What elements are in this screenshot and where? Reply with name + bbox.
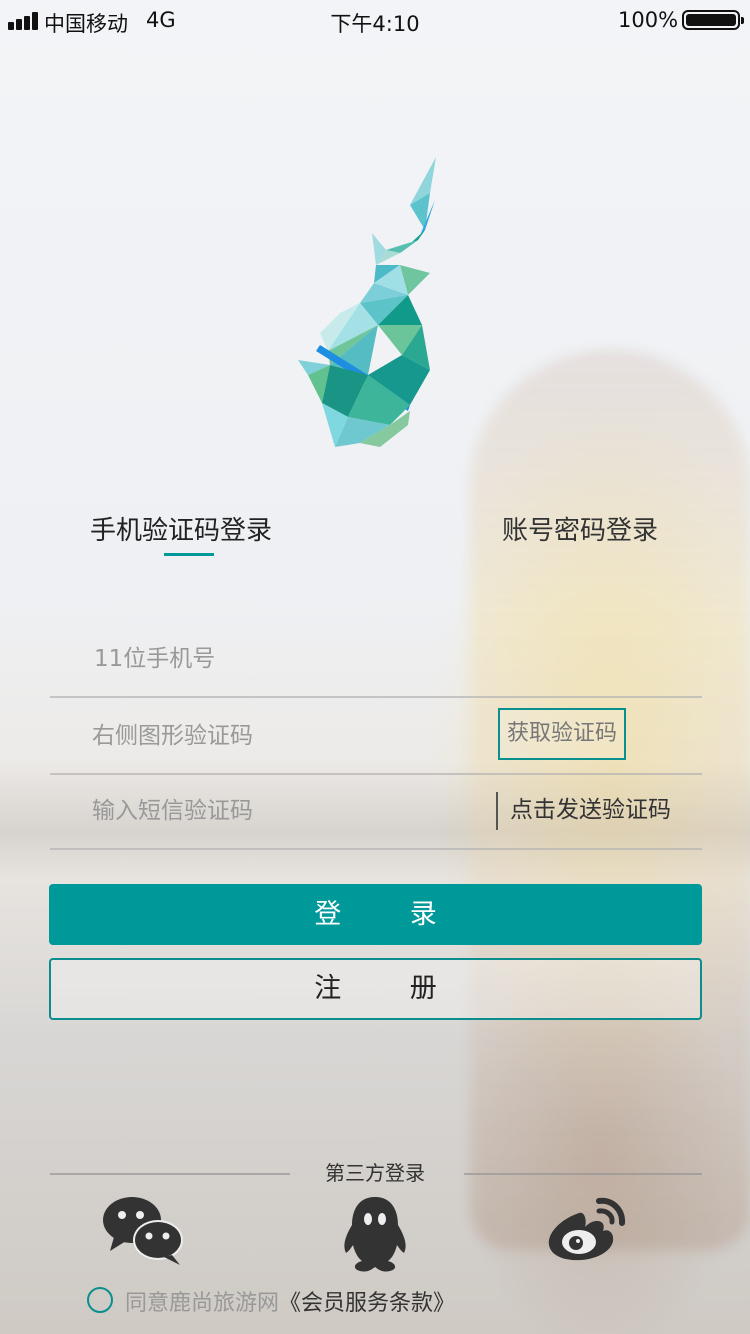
tab-sms-login[interactable]: 手机验证码登录: [90, 510, 272, 547]
third-party-title: 第三方登录: [325, 1161, 425, 1185]
get-captcha-button[interactable]: 获取验证码: [498, 708, 626, 760]
agreement-prefix: 同意鹿尚旅游网: [125, 1291, 280, 1316]
wechat-icon[interactable]: [102, 1195, 184, 1267]
phone-field-row: [50, 620, 702, 698]
status-bar: 中国移动 4G 下午4:10 100%: [0, 0, 750, 40]
captcha-input[interactable]: [90, 697, 494, 775]
sms-code-input[interactable]: [90, 772, 494, 850]
weibo-icon[interactable]: [545, 1195, 625, 1263]
divider: [496, 792, 498, 830]
battery-icon: [682, 10, 744, 30]
divider-right: [464, 1173, 702, 1175]
terms-link[interactable]: 《会员服务条款》: [279, 1291, 455, 1316]
deer-logo: [298, 157, 436, 447]
agree-radio[interactable]: [87, 1287, 113, 1313]
sms-field-row: 点击发送验证码: [50, 772, 702, 850]
active-tab-indicator: [164, 553, 214, 556]
captcha-field-row: 获取验证码: [50, 697, 702, 775]
phone-input[interactable]: [92, 620, 496, 698]
qq-icon[interactable]: [338, 1195, 412, 1273]
register-button[interactable]: 注 册: [49, 958, 702, 1020]
send-sms-button[interactable]: 点击发送验证码: [510, 792, 671, 828]
battery-percent: 100%: [618, 8, 679, 32]
agreement-text: 同意鹿尚旅游网《会员服务条款》: [125, 1285, 455, 1317]
tab-password-login[interactable]: 账号密码登录: [502, 510, 658, 547]
login-button[interactable]: 登 录: [49, 884, 702, 945]
